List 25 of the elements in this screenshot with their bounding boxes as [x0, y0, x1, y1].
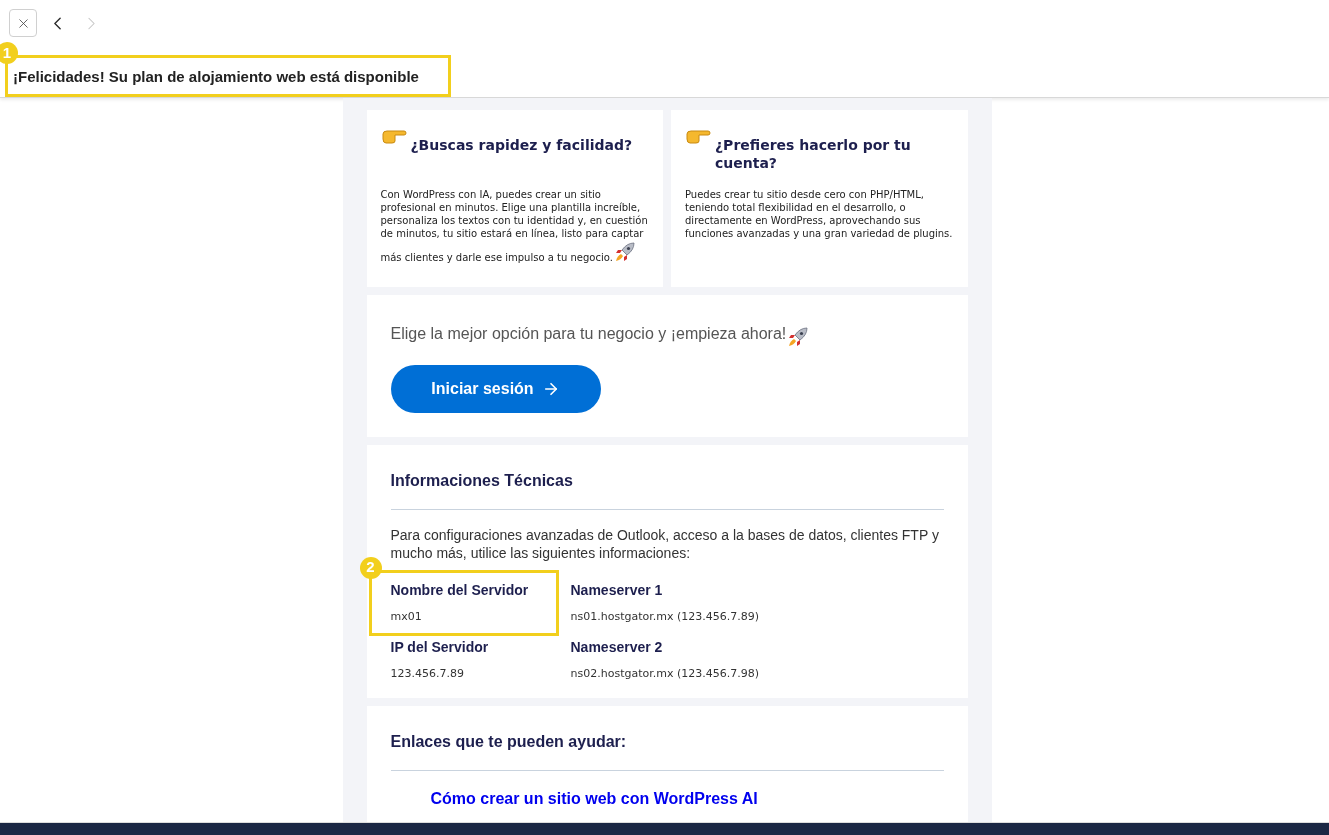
- field-label: IP del Servidor: [390, 637, 489, 657]
- option-heading: ¿Prefieres hacerlo por tu cuenta?: [715, 136, 912, 172]
- login-button[interactable]: Iniciar sesión: [390, 365, 601, 413]
- email-subject: ¡Felicidades! Su plan de alojamiento web está disponible: [13, 66, 419, 87]
- section-heading: Informaciones Técnicas: [390, 468, 944, 510]
- close-button[interactable]: [9, 9, 37, 37]
- field-value: 123.456.7.89: [390, 665, 464, 682]
- option-description: Con WordPress con IA, puedes crear un sitio profesional en minutos. Elige una plantilla increíble, personaliza los textos con tu identidad y, en cuestión de minutos, tu sitio estará en línea, listo para captar más clientes y darle ese impulso a tu negocio.: [380, 188, 649, 264]
- cta-text: Elige la mejor opción para tu negocio y ¡empieza ahora!: [390, 319, 944, 349]
- callout-number: 1: [0, 42, 18, 64]
- field-value: ns02.hostgator.mx (123.456.7.98): [570, 665, 759, 682]
- help-link[interactable]: Cómo crear un sitio web con WordPress AI: [430, 787, 758, 812]
- field-label: Nombre del Servidor: [390, 580, 529, 600]
- field-value: mx01: [390, 608, 422, 625]
- field-value: ns01.hostgator.mx (123.456.7.89): [570, 608, 759, 625]
- field-label: Nameserver 1: [570, 580, 663, 600]
- option-heading: ¿Buscas rapidez y facilidad?: [410, 136, 633, 154]
- technical-intro: Para configuraciones avanzadas de Outlook, acceso a la bases de datos, clientes FTP y mucho más, utilice las siguientes informaciones:: [390, 525, 940, 562]
- section-heading: Enlaces que te pueden ayudar:: [390, 730, 944, 772]
- field-label: Nameserver 2: [570, 637, 663, 657]
- rocket-icon: [786, 325, 811, 349]
- option-description: Puedes crear tu sitio desde cero con PHP/HTML, teniendo total flexibilidad en el desarrollo, o directamente en WordPress, aprovechando sus funciones avanzadas y una gran variedad de plugins.: [685, 188, 954, 240]
- callout-number: 2: [359, 556, 382, 579]
- pointing-hand-icon: [685, 128, 711, 144]
- pointing-hand-icon: [380, 128, 407, 144]
